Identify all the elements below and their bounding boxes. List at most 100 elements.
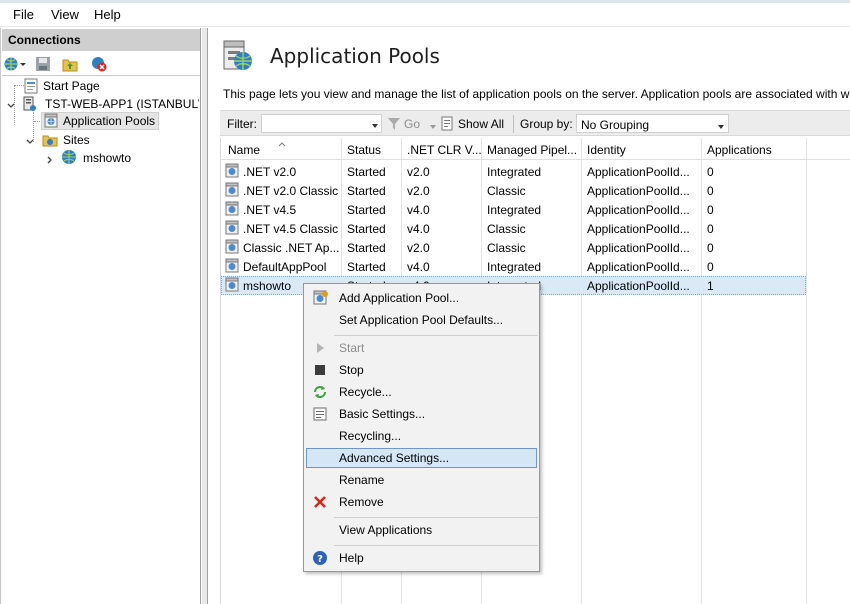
menu-item-label: Help	[339, 551, 364, 565]
menu-item-rename[interactable]: Rename	[306, 470, 537, 490]
cell-applications: 0	[707, 184, 714, 198]
menu-item-label: Start	[339, 341, 365, 355]
table-row[interactable]: .NET v2.0 Started v2.0 Integrated Applic…	[221, 162, 850, 181]
page-description: This page lets you view and manage the l…	[223, 87, 850, 101]
group-by-label: Group by:	[520, 117, 573, 131]
tree-item-server[interactable]: TST-WEB-APP1 (ISTANBUL\a	[7, 95, 199, 113]
tree-item-sites[interactable]: Sites	[26, 131, 186, 149]
column-header-clr-version[interactable]: .NET CLR V...	[407, 143, 482, 157]
show-all-button[interactable]: Show All	[458, 117, 504, 131]
table-row[interactable]: .NET v2.0 Classic Started v2.0 Classic A…	[221, 181, 850, 200]
cell-applications: 0	[707, 222, 714, 236]
cell-pipeline: Classic	[487, 184, 526, 198]
expand-chevron-icon[interactable]	[46, 153, 54, 167]
cell-status: Started	[347, 184, 386, 198]
menu-item-label: Rename	[339, 473, 385, 487]
menu-file[interactable]: File	[13, 7, 34, 22]
cell-applications: 0	[707, 241, 714, 255]
save-icon[interactable]	[35, 56, 51, 72]
tree-item-site-mshowto[interactable]: mshowto	[46, 149, 186, 167]
cell-clr: v2.0	[407, 184, 430, 198]
menu-item-advanced-settings[interactable]: Advanced Settings...	[306, 448, 537, 468]
tree-item-application-pools[interactable]: Application Pools	[41, 112, 159, 130]
app-pool-icon	[224, 182, 240, 201]
menu-item-set-pool-defaults[interactable]: Set Application Pool Defaults...	[306, 310, 537, 330]
cell-pipeline: Integrated	[487, 165, 542, 179]
menu-item-label: Advanced Settings...	[339, 451, 450, 465]
cell-clr: v4.0	[407, 222, 430, 236]
cell-identity: ApplicationPoolId...	[587, 184, 690, 198]
menu-item-help[interactable]: ? Help	[306, 548, 537, 568]
menu-view[interactable]: View	[51, 7, 79, 22]
menu-item-start[interactable]: Start	[306, 338, 537, 358]
menu-item-recycle[interactable]: Recycle...	[306, 382, 537, 402]
column-header-status[interactable]: Status	[347, 143, 381, 157]
cell-identity: ApplicationPoolId...	[587, 241, 690, 255]
column-header-applications[interactable]: Applications	[707, 143, 772, 157]
application-pools-header-icon	[220, 39, 254, 76]
cell-identity: ApplicationPoolId...	[587, 279, 690, 293]
filter-dropdown-icon[interactable]	[371, 119, 379, 133]
cell-applications: 0	[707, 203, 714, 217]
menu-item-stop[interactable]: Stop	[306, 360, 537, 380]
collapse-chevron-icon[interactable]	[7, 99, 15, 113]
cell-name: Classic .NET Ap...	[243, 241, 339, 255]
filter-input[interactable]	[261, 114, 382, 133]
cell-pipeline: Integrated	[487, 203, 542, 217]
collapse-chevron-icon[interactable]	[26, 135, 34, 149]
go-button[interactable]: Go	[404, 117, 420, 131]
cell-status: Started	[347, 203, 386, 217]
group-by-select[interactable]: No Grouping	[576, 114, 729, 133]
cell-identity: ApplicationPoolId...	[587, 260, 690, 274]
menu-separator	[334, 545, 538, 546]
menu-item-remove[interactable]: Remove	[306, 492, 537, 512]
grid-header: Name Status .NET CLR V... Managed Pipel.…	[221, 138, 850, 160]
menu-item-view-applications[interactable]: View Applications	[306, 520, 537, 540]
menu-item-label: Recycle...	[339, 385, 392, 399]
menu-item-add-application-pool[interactable]: Add Application Pool...	[306, 288, 537, 308]
sort-ascending-icon	[278, 136, 286, 150]
menu-item-label: View Applications	[339, 523, 433, 537]
help-icon: ?	[312, 550, 328, 566]
remove-x-icon	[312, 494, 328, 510]
cell-clr: v4.0	[407, 203, 430, 217]
app-pool-icon	[224, 163, 240, 182]
table-row[interactable]: Classic .NET Ap... Started v2.0 Classic …	[221, 238, 850, 257]
tree-label: Application Pools	[63, 114, 156, 128]
connections-panel: Connections Start Page TST-WEB-APP1 (IST…	[0, 28, 201, 604]
tree-label: TST-WEB-APP1 (ISTANBUL\a	[45, 97, 199, 111]
group-by-dropdown-icon[interactable]	[717, 120, 725, 134]
menu-item-recycling[interactable]: Recycling...	[306, 426, 537, 446]
table-row[interactable]: DefaultAppPool Started v4.0 Integrated A…	[221, 257, 850, 276]
svg-text:?: ?	[317, 554, 323, 565]
go-dropdown-icon[interactable]	[429, 120, 437, 134]
connections-header: Connections	[2, 29, 200, 51]
cell-pipeline: Classic	[487, 241, 526, 255]
filter-label: Filter:	[227, 117, 257, 131]
tree-label: mshowto	[83, 151, 132, 165]
cell-clr: v2.0	[407, 241, 430, 255]
table-row[interactable]: .NET v4.5 Classic Started v4.0 Classic A…	[221, 219, 850, 238]
app-pool-icon	[224, 239, 240, 258]
connect-globe-icon[interactable]	[4, 56, 26, 72]
cell-name: .NET v2.0 Classic	[243, 184, 339, 198]
group-by-value: No Grouping	[581, 118, 650, 132]
go-funnel-icon	[387, 117, 401, 134]
cell-identity: ApplicationPoolId...	[587, 203, 690, 217]
menu-bar: File View Help	[0, 3, 850, 27]
table-row[interactable]: .NET v4.5 Started v4.0 Integrated Applic…	[221, 200, 850, 219]
up-folder-icon[interactable]	[62, 56, 78, 72]
column-header-name[interactable]: Name	[228, 143, 260, 157]
column-header-identity[interactable]: Identity	[587, 143, 626, 157]
disconnect-icon[interactable]	[91, 56, 107, 72]
recycle-icon	[312, 384, 328, 400]
menu-item-label: Stop	[339, 363, 364, 377]
column-header-pipeline[interactable]: Managed Pipel...	[487, 143, 577, 157]
menu-help[interactable]: Help	[94, 7, 121, 22]
stop-icon	[312, 362, 328, 378]
menu-item-label: Add Application Pool...	[339, 291, 460, 305]
app-pool-icon	[224, 220, 240, 239]
app-pool-icon	[224, 201, 240, 220]
tree-item-start-page[interactable]: Start Page	[23, 77, 193, 95]
menu-item-basic-settings[interactable]: Basic Settings...	[306, 404, 537, 424]
